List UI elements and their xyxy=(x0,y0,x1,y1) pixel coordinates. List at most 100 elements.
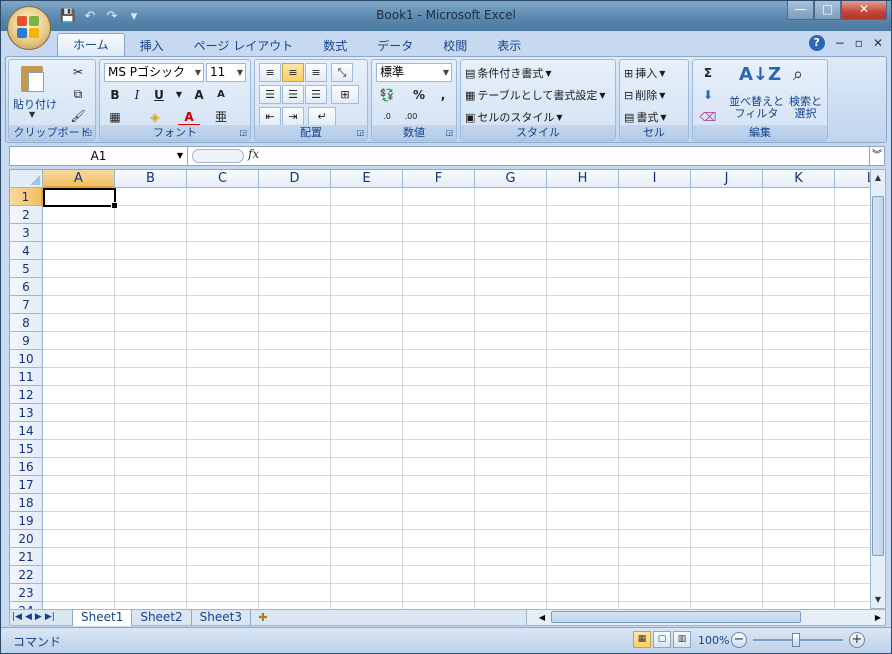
row-header[interactable]: 24 xyxy=(10,602,43,609)
zoom-level[interactable]: 100% xyxy=(698,634,729,647)
format-as-table-button[interactable]: ▦ テーブルとして書式設定 ▼ xyxy=(465,85,606,105)
last-sheet-icon[interactable]: ▶| xyxy=(45,610,55,625)
align-right-icon[interactable]: ☰ xyxy=(305,85,327,104)
row-header[interactable]: 17 xyxy=(10,476,43,494)
row-header[interactable]: 3 xyxy=(10,224,43,242)
row-header[interactable]: 10 xyxy=(10,350,43,368)
align-bottom-icon[interactable]: ≡ xyxy=(305,63,327,82)
name-box[interactable]: A1 ▼ xyxy=(10,147,188,165)
column-header[interactable]: G xyxy=(475,170,547,188)
bold-button[interactable]: B xyxy=(104,85,126,105)
font-name-box[interactable]: MS Pゴシック ▼ xyxy=(104,63,204,82)
align-center-icon[interactable]: ☰ xyxy=(282,85,304,104)
orientation-icon[interactable]: ⤡ xyxy=(331,63,353,82)
dialog-launcher-icon[interactable]: ◲ xyxy=(84,128,92,137)
sheet-tab-3[interactable]: Sheet3 xyxy=(192,610,251,626)
select-all-button[interactable] xyxy=(10,170,43,188)
column-header[interactable]: F xyxy=(403,170,475,188)
formula-input[interactable] xyxy=(266,147,868,165)
row-header[interactable]: 13 xyxy=(10,404,43,422)
conditional-format-button[interactable]: ▤ 条件付き書式 ▼ xyxy=(465,63,552,83)
font-color-icon[interactable]: A xyxy=(178,107,200,127)
column-header[interactable]: J xyxy=(691,170,763,188)
dialog-launcher-icon[interactable]: ◲ xyxy=(445,128,453,137)
column-header[interactable]: H xyxy=(547,170,619,188)
row-header[interactable]: 5 xyxy=(10,260,43,278)
currency-icon[interactable]: 💱 xyxy=(376,85,398,105)
underline-button[interactable]: U xyxy=(148,85,170,105)
zoom-slider-thumb[interactable] xyxy=(792,633,800,647)
sort-filter-icon[interactable]: A↓Z xyxy=(739,64,781,85)
decrease-decimal-button[interactable]: .00 .0 xyxy=(400,107,422,141)
page-layout-view-icon[interactable]: ▢ xyxy=(653,631,671,648)
vertical-scroll-thumb[interactable] xyxy=(872,196,884,556)
phonetic-button[interactable]: 亜 xyxy=(210,107,232,127)
dialog-launcher-icon[interactable]: ◲ xyxy=(356,128,364,137)
office-button[interactable] xyxy=(7,6,51,50)
zoom-out-icon[interactable]: − xyxy=(731,632,747,648)
insert-sheet-icon[interactable]: ✚ xyxy=(251,610,275,626)
sheet-tab-2[interactable]: Sheet2 xyxy=(132,610,192,626)
number-format-box[interactable]: 標準 ▼ xyxy=(376,63,452,82)
brush-icon[interactable]: 🖌 xyxy=(67,106,89,126)
prev-sheet-icon[interactable]: ◀ xyxy=(25,610,32,625)
row-header[interactable]: 7 xyxy=(10,296,43,314)
row-header[interactable]: 11 xyxy=(10,368,43,386)
comma-button[interactable]: , xyxy=(432,85,454,105)
scroll-down-icon[interactable]: ▼ xyxy=(871,592,885,608)
column-header[interactable]: D xyxy=(259,170,331,188)
align-middle-icon[interactable]: ≡ xyxy=(282,63,304,82)
clear-icon[interactable]: ⌫ xyxy=(697,107,719,127)
insert-cells-button[interactable]: ⊞ 挿入 ▼ xyxy=(624,63,665,83)
tab-formulas[interactable]: 数式 xyxy=(308,35,362,57)
vertical-scrollbar[interactable]: ▲ ▼ xyxy=(870,169,886,609)
binoculars-icon[interactable]: ⌕ xyxy=(793,64,803,85)
cell-area[interactable] xyxy=(43,188,870,609)
row-header[interactable]: 12 xyxy=(10,386,43,404)
row-header[interactable]: 20 xyxy=(10,530,43,548)
tab-insert[interactable]: 挿入 xyxy=(125,35,179,57)
percent-button[interactable]: % xyxy=(408,85,430,105)
find-select-button[interactable]: 検索と 選択 xyxy=(789,96,822,120)
column-header[interactable]: A xyxy=(43,170,115,188)
column-header[interactable]: C xyxy=(187,170,259,188)
row-header[interactable]: 2 xyxy=(10,206,43,224)
paste-icon[interactable] xyxy=(19,64,47,94)
column-header[interactable]: E xyxy=(331,170,403,188)
autosum-button[interactable]: Σ xyxy=(697,63,719,83)
grow-font-button[interactable]: A xyxy=(188,85,210,105)
tab-data[interactable]: データ xyxy=(362,35,428,57)
maximize-button[interactable]: □ xyxy=(814,1,841,20)
underline-dropdown-icon[interactable]: ▼ xyxy=(168,85,190,105)
decrease-indent-icon[interactable]: ⇤ xyxy=(259,107,281,126)
tab-page-layout[interactable]: ページ レイアウト xyxy=(179,35,309,57)
column-header[interactable]: K xyxy=(763,170,835,188)
row-header[interactable]: 9 xyxy=(10,332,43,350)
delete-cells-button[interactable]: ⊟ 削除 ▼ xyxy=(624,85,665,105)
font-size-box[interactable]: 11 ▼ xyxy=(206,63,246,82)
close-button[interactable]: ✕ xyxy=(841,1,887,20)
zoom-in-icon[interactable]: + xyxy=(849,632,865,648)
page-break-view-icon[interactable]: ▥ xyxy=(673,631,691,648)
scroll-up-icon[interactable]: ▲ xyxy=(871,170,885,186)
tab-home[interactable]: ホーム xyxy=(57,33,125,57)
border-icon[interactable]: ▦ xyxy=(104,107,126,127)
align-top-icon[interactable]: ≡ xyxy=(259,63,281,82)
minimize-button[interactable]: — xyxy=(787,1,814,20)
align-left-icon[interactable]: ☰ xyxy=(259,85,281,104)
copy-icon[interactable]: ⧉ xyxy=(67,84,89,104)
row-header[interactable]: 22 xyxy=(10,566,43,584)
tab-view[interactable]: 表示 xyxy=(482,35,536,57)
wrap-text-icon[interactable]: ↵ xyxy=(308,107,336,126)
help-icon[interactable]: ? xyxy=(808,35,825,51)
tab-review[interactable]: 校閲 xyxy=(428,35,482,57)
ribbon-restore-button[interactable]: ▫ xyxy=(855,36,863,50)
row-header[interactable]: 1 xyxy=(10,188,43,206)
italic-button[interactable]: I xyxy=(126,85,148,105)
scroll-right-icon[interactable]: ▶ xyxy=(871,610,885,625)
column-header[interactable]: B xyxy=(115,170,187,188)
column-header[interactable]: L xyxy=(835,170,870,188)
next-sheet-icon[interactable]: ▶ xyxy=(35,610,42,625)
horizontal-scrollbar[interactable]: ◀ ▶ xyxy=(526,610,885,625)
row-header[interactable]: 23 xyxy=(10,584,43,602)
